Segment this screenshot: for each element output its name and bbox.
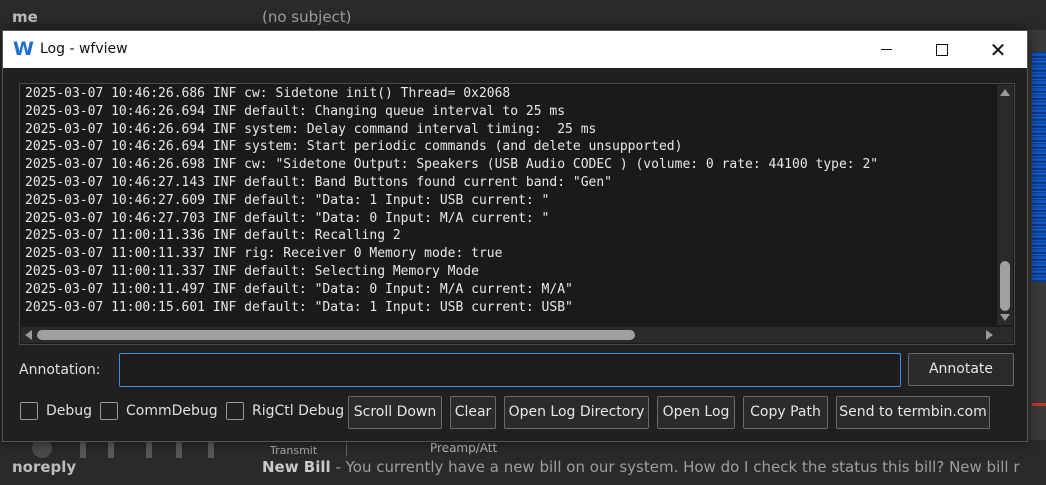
log-line: 2025-03-07 11:00:15.601 INF default: "Da… [25, 299, 573, 315]
debug-checkbox[interactable] [20, 402, 38, 420]
divider [346, 442, 347, 456]
log-line: 2025-03-07 11:00:11.337 INF rig: Receive… [25, 246, 503, 262]
log-line: 2025-03-07 10:46:26.694 INF default: Cha… [25, 103, 566, 119]
mail-subject-bold: New Bill [262, 458, 331, 476]
scroll-down-button[interactable]: Scroll Down [348, 396, 442, 429]
log-line: 2025-03-07 11:00:11.337 INF default: Sel… [25, 263, 479, 279]
annotation-label: Annotation: [19, 362, 101, 378]
vertical-scroll-thumb[interactable] [1000, 261, 1010, 311]
mail-subject-rest: - You currently have a new bill on our s… [330, 458, 1020, 476]
minimize-icon [880, 49, 892, 50]
open-log-directory-button[interactable]: Open Log Directory [504, 396, 649, 429]
send-to-termbin-button[interactable]: Send to termbin.com [836, 396, 990, 429]
log-text-area[interactable]: 2025-03-07 10:46:26.686 INF cw: Sidetone… [19, 83, 1015, 345]
log-line: 2025-03-07 10:46:26.694 INF system: Dela… [25, 121, 597, 137]
log-line: 2025-03-07 10:46:27.143 INF default: Ban… [25, 174, 612, 190]
wfview-logo-icon: W [13, 38, 34, 60]
background-tick [208, 442, 214, 458]
log-line: 2025-03-07 10:46:26.686 INF cw: Sidetone… [25, 86, 511, 101]
scroll-down-arrow-icon[interactable] [1000, 314, 1010, 321]
log-line: 2025-03-07 11:00:11.497 INF default: "Da… [25, 281, 573, 297]
log-line: 2025-03-07 11:00:11.336 INF default: Rec… [25, 228, 401, 244]
tuning-marker [1032, 403, 1046, 406]
rigctl-debug-label[interactable]: RigCtl Debug [252, 403, 344, 419]
background-mail-list-top [0, 0, 1046, 30]
log-line: 2025-03-07 10:46:26.694 INF system: Star… [25, 139, 683, 155]
rigctl-debug-checkbox[interactable] [226, 402, 244, 420]
log-line: 2025-03-07 10:46:27.703 INF default: "Da… [25, 210, 550, 226]
waterfall-spectrum [1032, 52, 1046, 282]
vertical-scrollbar[interactable] [997, 85, 1013, 325]
log-line: 2025-03-07 10:46:26.698 INF cw: "Sideton… [25, 157, 879, 173]
annotation-input[interactable] [119, 353, 901, 387]
debug-label[interactable]: Debug [46, 403, 92, 419]
background-tick [146, 442, 152, 458]
scroll-up-arrow-icon[interactable] [1000, 89, 1010, 96]
mail-sender: me [12, 8, 38, 26]
horizontal-scroll-thumb[interactable] [37, 330, 635, 340]
scroll-corner [997, 327, 1013, 343]
scroll-right-arrow-icon[interactable] [986, 330, 993, 340]
close-icon: ✕ [989, 37, 1007, 62]
scroll-left-arrow-icon[interactable] [25, 330, 32, 340]
transmit-label: Transmit [270, 444, 318, 457]
clear-button[interactable]: Clear [450, 396, 496, 429]
mail-subject: (no subject) [262, 8, 352, 26]
background-tick [108, 442, 114, 458]
mail-subject: New Bill - You currently have a new bill… [262, 458, 1020, 476]
title-bar[interactable]: W Log - wfview ✕ [3, 31, 1027, 68]
horizontal-scrollbar[interactable] [21, 327, 997, 343]
mail-sender: noreply [12, 458, 77, 476]
preamp-att-label: Preamp/Att [430, 441, 498, 455]
close-button[interactable]: ✕ [971, 31, 1025, 68]
maximize-button[interactable] [915, 31, 969, 68]
annotate-button[interactable]: Annotate [908, 353, 1014, 386]
commdebug-checkbox[interactable] [100, 402, 118, 420]
open-log-button[interactable]: Open Log [657, 396, 735, 429]
copy-path-button[interactable]: Copy Path [743, 396, 828, 429]
background-tick [80, 442, 86, 458]
commdebug-label[interactable]: CommDebug [126, 403, 218, 419]
log-line: 2025-03-07 10:46:27.609 INF default: "Da… [25, 192, 550, 208]
maximize-icon [936, 43, 948, 56]
window-title: Log - wfview [40, 41, 128, 57]
log-window: W Log - wfview ✕ 2025-03-07 10:46:26.686… [2, 30, 1028, 442]
background-tick [176, 442, 182, 458]
log-lines: 2025-03-07 10:46:26.686 INF cw: Sidetone… [25, 85, 995, 325]
minimize-button[interactable] [859, 31, 913, 68]
